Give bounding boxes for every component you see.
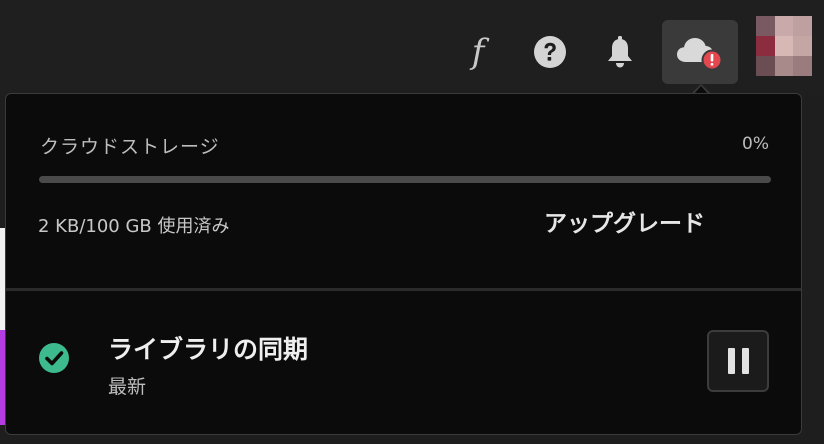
check-circle-icon (39, 343, 69, 373)
divider (6, 288, 801, 291)
storage-percent: 0% (742, 134, 769, 154)
avatar-pixel (774, 56, 794, 76)
avatar-pixel (793, 16, 812, 36)
bell-icon-svg (608, 36, 632, 68)
avatar-pixel (774, 16, 794, 36)
bell-icon[interactable] (598, 28, 642, 76)
fonts-glyph: f (471, 32, 485, 72)
cloud-sync-button[interactable] (662, 20, 738, 84)
storage-progress-bar (39, 176, 771, 183)
avatar-pixel (774, 36, 794, 56)
upgrade-button[interactable]: アップグレード (544, 204, 705, 238)
avatar[interactable] (756, 16, 812, 76)
library-sync-status: 最新 (108, 376, 147, 398)
cloud-storage-popover: クラウドストレージ 0% 2 KB/100 GB 使用済み アップグレード ライ… (5, 93, 802, 435)
top-bar: f (0, 0, 824, 96)
help-icon-svg (534, 36, 566, 68)
fonts-icon[interactable]: f (456, 28, 500, 76)
pause-icon (727, 348, 735, 374)
cloud-alert-icon (677, 38, 723, 71)
avatar-pixel (756, 16, 775, 36)
avatar-pixel (793, 56, 812, 76)
library-sync-title: ライブラリの同期 (108, 335, 309, 364)
avatar-pixel (793, 36, 812, 56)
pause-icon (741, 348, 749, 374)
avatar-pixel (756, 56, 775, 76)
avatar-pixel (756, 36, 775, 56)
storage-usage: 2 KB/100 GB 使用済み (38, 216, 230, 237)
help-icon[interactable] (528, 28, 572, 76)
storage-title: クラウドストレージ (40, 136, 220, 158)
pause-sync-button[interactable] (707, 330, 769, 392)
